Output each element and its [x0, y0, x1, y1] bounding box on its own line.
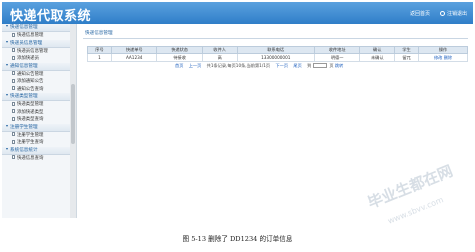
scrollbar-thumb[interactable]	[71, 84, 75, 144]
document-icon	[12, 132, 15, 136]
figure-caption: 图 5-13 删除了 DD1234 的订单信息	[182, 235, 293, 243]
column-header: 快递状态	[156, 46, 203, 54]
table-row: 1 AA1234 待接收 高 13300000001 明德一 未确认 留兀 修改…	[87, 53, 468, 62]
sidebar-item-add-courier[interactable]: 添加快递员	[2, 55, 76, 63]
page-number-input[interactable]	[313, 63, 328, 68]
sidebar-group-courier[interactable]: 快递员信息管理	[2, 39, 76, 48]
edit-link[interactable]: 修改	[434, 55, 442, 60]
cell-number: AA1234	[110, 53, 158, 62]
expand-icon	[6, 40, 8, 43]
sidebar-item-express-manage[interactable]: 快递信息管理	[2, 32, 76, 40]
cell-receiver: 高	[201, 53, 238, 62]
document-icon	[12, 86, 15, 90]
app-header: 快递代取系统 返回首页 注销退出	[2, 2, 473, 24]
expand-icon	[6, 94, 8, 96]
cell-index: 1	[87, 53, 112, 62]
column-header: 收件人	[201, 46, 238, 54]
document-icon	[12, 32, 15, 37]
sidebar-item-type-manage[interactable]: 快递类型管理	[2, 101, 76, 109]
sidebar-group-stats[interactable]: 系统信息统计	[2, 146, 76, 155]
sidebar-group-notice[interactable]: 通知信息管理	[2, 62, 76, 71]
prev-page-link[interactable]: 上一页	[189, 63, 202, 68]
express-table: 序号 快递单号 快递状态 收件人 联系电话 收件地址 确认 学生 操作 1 AA…	[87, 46, 468, 62]
sidebar: 快递信息管理 快递信息管理 快递员信息管理 快递员信息管理 添加快递员 通知信息…	[2, 24, 77, 218]
column-header: 收件地址	[313, 46, 361, 54]
expand-icon	[6, 147, 8, 150]
sidebar-item-notice-manage[interactable]: 通知公告管理	[2, 71, 76, 79]
power-icon	[439, 11, 445, 16]
cell-address: 明德一	[313, 53, 361, 62]
sidebar-group-express[interactable]: 快递信息管理	[2, 24, 76, 32]
document-icon	[12, 109, 15, 113]
cell-status: 待接收	[156, 53, 203, 62]
sidebar-group-student[interactable]: 注册学生管理	[2, 123, 76, 132]
logout-link[interactable]: 注销退出	[439, 10, 467, 17]
sidebar-item-student-manage[interactable]: 注册学生管理	[2, 132, 76, 140]
sidebar-item-add-type[interactable]: 添加快递类型	[2, 109, 76, 117]
last-page-link[interactable]: 尾页	[293, 63, 301, 68]
expand-icon	[6, 25, 8, 27]
document-icon	[12, 55, 15, 60]
column-header: 学生	[394, 46, 420, 54]
sidebar-item-notice-query[interactable]: 通知公告查询	[2, 86, 76, 94]
divider	[83, 38, 468, 39]
column-header: 联系电话	[236, 46, 315, 54]
sidebar-group-type[interactable]: 快递类型管理	[2, 93, 76, 101]
document-icon	[12, 101, 15, 106]
sidebar-item-courier-manage[interactable]: 快递员信息管理	[2, 48, 76, 56]
first-page-link[interactable]: 首页	[175, 63, 183, 68]
cell-confirm: 未确认	[359, 53, 396, 62]
goto-suffix: 页	[329, 63, 334, 68]
column-header: 操作	[418, 46, 468, 54]
document-icon	[12, 78, 15, 83]
delete-link[interactable]: 删除	[444, 55, 452, 60]
app-title: 快递代取系统	[10, 9, 92, 24]
logout-label: 注销退出	[446, 11, 467, 17]
document-icon	[12, 155, 15, 159]
cell-actions: 修改 删除	[418, 53, 468, 62]
sidebar-item-student-query[interactable]: 注册学生查询	[2, 139, 76, 147]
go-button[interactable]: 跳转	[335, 63, 343, 68]
expand-icon	[6, 124, 8, 127]
expand-icon	[6, 63, 8, 66]
column-header: 快递单号	[110, 46, 158, 54]
sidebar-item-type-query[interactable]: 快递类型查询	[2, 116, 76, 124]
header-actions: 返回首页 注销退出	[410, 10, 467, 17]
document-icon	[12, 139, 15, 144]
document-icon	[12, 48, 15, 52]
next-page-link[interactable]: 下一页	[275, 63, 288, 68]
table-header-row: 序号 快递单号 快递状态 收件人 联系电话 收件地址 确认 学生 操作	[87, 46, 468, 54]
cell-student: 留兀	[394, 53, 420, 62]
sidebar-item-add-notice[interactable]: 添加通知公告	[2, 78, 76, 86]
back-home-link[interactable]: 返回首页	[410, 10, 430, 17]
cell-phone: 13300000001	[236, 53, 315, 62]
sidebar-scrollbar[interactable]	[70, 24, 76, 218]
goto-prefix: 到	[307, 63, 312, 68]
column-header: 确认	[359, 46, 396, 54]
page-info: 共1条记录,每页10条,当前第1/1页	[206, 63, 271, 68]
document-icon	[12, 71, 15, 75]
breadcrumb: 快递信息管理	[85, 31, 113, 36]
pagination: 首页 上一页 共1条记录,每页10条,当前第1/1页 下一页 尾页 到 页 跳转	[175, 63, 343, 69]
document-icon	[12, 116, 15, 121]
sidebar-item-express-query[interactable]: 快递信息查询	[2, 155, 76, 163]
column-header: 序号	[87, 46, 112, 54]
